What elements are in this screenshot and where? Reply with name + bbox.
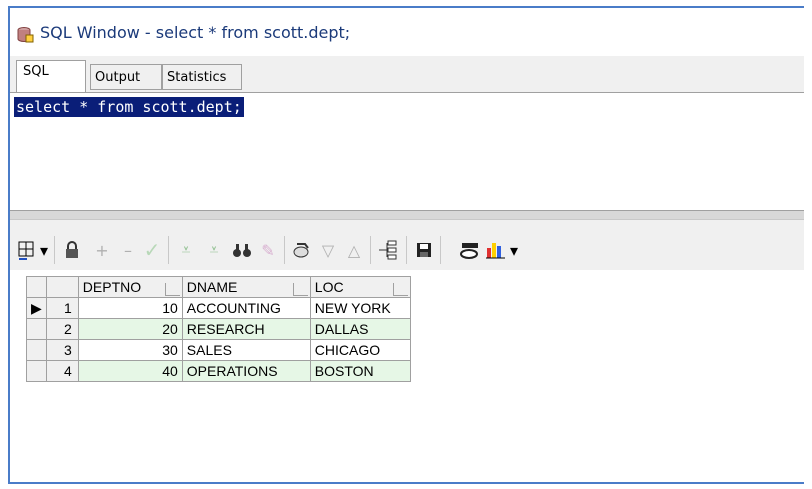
grid-header-row: DEPTNO DNAME LOC — [26, 276, 411, 298]
cell-dname[interactable]: ACCOUNTING — [181, 297, 311, 319]
tab-output[interactable]: Output — [90, 64, 162, 90]
cell-dname[interactable]: OPERATIONS — [181, 360, 311, 382]
sql-window: SQL Window - select * from scott.dept; S… — [8, 6, 804, 484]
table-row[interactable]: 4 40 OPERATIONS BOSTON — [26, 360, 411, 382]
cell-loc[interactable]: NEW YORK — [309, 297, 411, 319]
result-toolbar: ▾ + – ✓ ⩡ ⩡ ✎ ▽ △ ▾ — [10, 230, 804, 270]
column-header-deptno[interactable]: DEPTNO — [77, 276, 183, 298]
chevron-down-icon[interactable]: ▾ — [508, 238, 520, 262]
row-number: 3 — [45, 339, 79, 361]
query-by-example-icon[interactable] — [458, 238, 482, 262]
filter-icon[interactable]: ⩡ — [174, 238, 198, 262]
tab-statistics[interactable]: Statistics — [162, 64, 242, 90]
row-number: 1 — [45, 297, 79, 319]
post-icon[interactable]: ✓ — [140, 238, 164, 262]
sql-editor[interactable]: select * from scott.dept; — [10, 92, 804, 211]
column-filter-box[interactable] — [164, 283, 180, 296]
cell-deptno[interactable]: 40 — [77, 360, 183, 382]
clear-icon[interactable]: ✎ — [256, 238, 280, 262]
toolbar-separator — [370, 236, 371, 264]
cell-loc[interactable]: DALLAS — [309, 318, 411, 340]
cell-loc[interactable]: CHICAGO — [309, 339, 411, 361]
cell-deptno[interactable]: 20 — [77, 318, 183, 340]
find-icon[interactable] — [230, 238, 254, 262]
title-bar: SQL Window - select * from scott.dept; — [10, 8, 804, 56]
column-filter-box[interactable] — [392, 283, 408, 296]
cell-dname[interactable]: RESEARCH — [181, 318, 311, 340]
sort-descending-icon[interactable]: ▽ — [316, 238, 340, 262]
clear-filter-icon[interactable]: ⩡ — [202, 238, 226, 262]
cell-loc[interactable]: BOSTON — [309, 360, 411, 382]
current-row-indicator-icon: ▶ — [26, 297, 47, 319]
chevron-down-icon[interactable]: ▾ — [38, 238, 50, 262]
result-grid: DEPTNO DNAME LOC ▶ 1 10 ACCOUNTING NEW Y… — [26, 276, 411, 382]
cell-deptno[interactable]: 30 — [77, 339, 183, 361]
toolbar-separator — [168, 236, 169, 264]
row-number: 4 — [45, 360, 79, 382]
tab-bar: SQL Output Statistics — [10, 56, 804, 92]
cell-dname[interactable]: SALES — [181, 339, 311, 361]
table-row[interactable]: ▶ 1 10 ACCOUNTING NEW YORK — [26, 297, 411, 319]
export-icon[interactable] — [290, 238, 314, 262]
row-number: 2 — [45, 318, 79, 340]
save-icon[interactable] — [412, 238, 436, 262]
add-record-icon[interactable]: + — [90, 238, 114, 262]
toolbar-separator — [406, 236, 407, 264]
grid-corner — [26, 276, 47, 298]
toolbar-separator — [440, 236, 441, 264]
column-header-dname[interactable]: DNAME — [181, 276, 311, 298]
column-filter-box[interactable] — [292, 283, 308, 296]
cell-deptno[interactable]: 10 — [77, 297, 183, 319]
delete-record-icon[interactable]: – — [116, 238, 140, 262]
sort-ascending-icon[interactable]: △ — [342, 238, 366, 262]
window-title: SQL Window - select * from scott.dept; — [40, 23, 351, 42]
row-indicator — [26, 339, 47, 361]
splitter[interactable] — [10, 210, 804, 220]
result-grid-area: DEPTNO DNAME LOC ▶ 1 10 ACCOUNTING NEW Y… — [10, 270, 804, 482]
table-row[interactable]: 2 20 RESEARCH DALLAS — [26, 318, 411, 340]
sql-text[interactable]: select * from scott.dept; — [14, 97, 244, 117]
lock-icon[interactable] — [60, 238, 84, 262]
toolbar-separator — [284, 236, 285, 264]
tree-icon[interactable] — [376, 238, 400, 262]
toolbar-separator — [54, 236, 55, 264]
row-indicator — [26, 318, 47, 340]
grid-corner — [45, 276, 79, 298]
table-row[interactable]: 3 30 SALES CHICAGO — [26, 339, 411, 361]
column-header-loc[interactable]: LOC — [309, 276, 411, 298]
grid-select-icon[interactable] — [16, 238, 40, 262]
database-icon — [17, 27, 34, 43]
tab-sql[interactable]: SQL — [16, 60, 86, 92]
chart-icon[interactable] — [484, 238, 508, 262]
row-indicator — [26, 360, 47, 382]
